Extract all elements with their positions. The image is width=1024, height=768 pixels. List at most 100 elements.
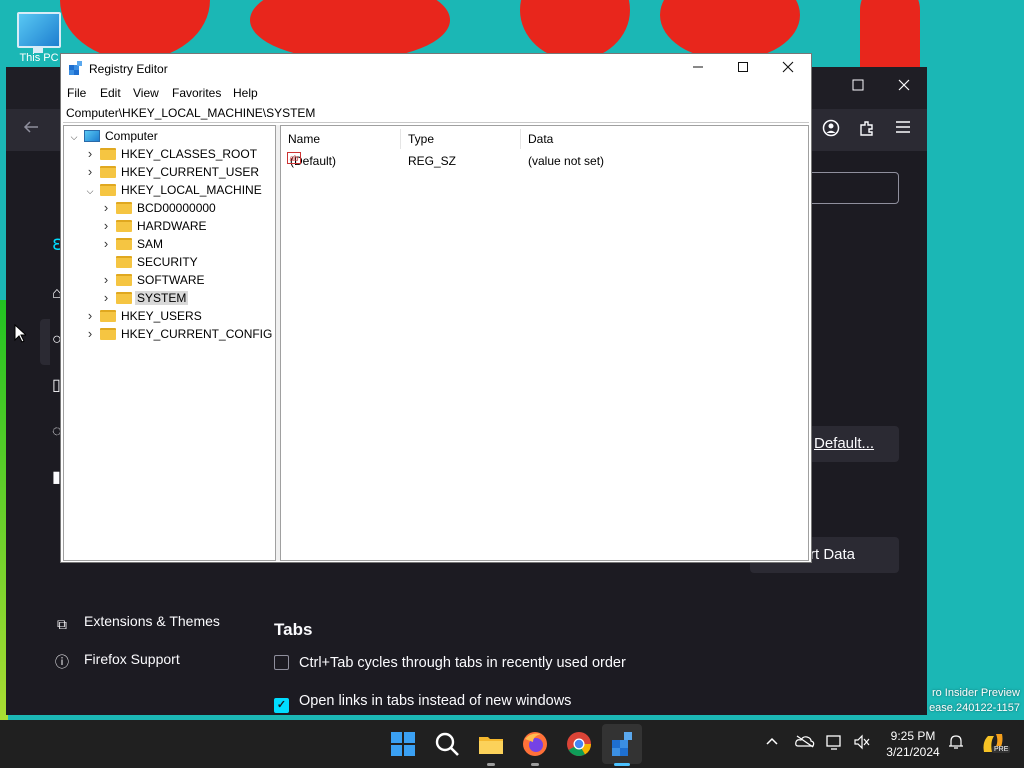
- chevron-right-icon[interactable]: ›: [84, 325, 96, 343]
- start-icon[interactable]: [389, 730, 417, 758]
- open-links-checkbox-row[interactable]: ✓ Open links in tabs instead of new windo…: [274, 693, 571, 713]
- desktop-icon-this-pc[interactable]: This PC: [14, 10, 64, 64]
- wallpaper-shape: [660, 0, 800, 60]
- close-button[interactable]: [894, 77, 914, 97]
- tree-item[interactable]: ⌵ HKEY_LOCAL_MACHINE: [84, 181, 264, 199]
- menu-file[interactable]: File: [67, 86, 86, 100]
- active-indicator: [614, 763, 630, 766]
- tree-item[interactable]: SECURITY: [100, 253, 200, 271]
- close-icon: [898, 79, 910, 91]
- chevron-right-icon[interactable]: ›: [100, 271, 112, 289]
- folder-icon: [100, 148, 116, 160]
- folder-icon: [100, 184, 116, 196]
- chrome-icon[interactable]: [565, 730, 593, 758]
- tree-item-label: HKEY_CURRENT_USER: [121, 165, 260, 179]
- network-icon[interactable]: [826, 734, 844, 753]
- menu-help[interactable]: Help: [233, 86, 258, 100]
- minimize-button[interactable]: [675, 54, 721, 83]
- chevron-right-icon[interactable]: ›: [100, 235, 112, 253]
- window-titlebar[interactable]: Registry Editor: [61, 54, 811, 83]
- running-indicator: [531, 763, 539, 766]
- chevron-right-icon[interactable]: ›: [100, 217, 112, 235]
- chevron-down-icon[interactable]: ⌵: [84, 182, 96, 200]
- tree-item[interactable]: › SOFTWARE: [100, 271, 207, 289]
- menu-button[interactable]: [892, 119, 914, 141]
- firefox-icon[interactable]: [521, 730, 549, 758]
- list-item[interactable]: ab (Default) REG_SZ (value not set): [281, 152, 808, 170]
- chevron-up-icon[interactable]: [765, 734, 779, 751]
- ctrl-tab-checkbox-row[interactable]: Ctrl+Tab cycles through tabs in recently…: [274, 655, 626, 671]
- address-bar[interactable]: Computer\HKEY_LOCAL_MACHINE\SYSTEM: [63, 104, 809, 123]
- tree-item-label: SOFTWARE: [137, 273, 205, 287]
- maximize-button[interactable]: [720, 54, 766, 83]
- checkbox-label: Open links in tabs instead of new window…: [299, 693, 572, 709]
- column-header-name[interactable]: Name: [281, 129, 401, 149]
- column-header-data[interactable]: Data: [521, 129, 721, 149]
- menu-edit[interactable]: Edit: [100, 86, 121, 100]
- column-header-type[interactable]: Type: [401, 129, 521, 149]
- maximize-button[interactable]: [848, 77, 868, 97]
- tree-item-label: HKEY_CLASSES_ROOT: [121, 147, 258, 161]
- folder-icon: [116, 292, 132, 304]
- mouse-cursor: [14, 324, 26, 343]
- registry-editor-icon[interactable]: [608, 730, 636, 758]
- notification-bell-icon[interactable]: [948, 734, 964, 753]
- tree-item[interactable]: › HKEY_CURRENT_CONFIG: [84, 325, 274, 343]
- chevron-right-icon[interactable]: ›: [100, 199, 112, 217]
- chevron-right-icon[interactable]: ›: [84, 307, 96, 325]
- search-icon[interactable]: [433, 730, 461, 758]
- string-value-icon: ab: [287, 152, 301, 164]
- tree-item-label: BCD00000000: [137, 201, 216, 215]
- onedrive-icon[interactable]: [795, 734, 815, 751]
- file-explorer-icon[interactable]: [477, 730, 505, 758]
- restore-default-button[interactable]: Default...: [806, 426, 899, 462]
- folder-icon: [116, 274, 132, 286]
- tree-item[interactable]: › HARDWARE: [100, 217, 209, 235]
- watermark-line: ro Insider Preview: [931, 687, 1020, 699]
- wallpaper-shape: [520, 0, 630, 60]
- clock-date: 3/21/2024: [886, 745, 940, 759]
- account-button[interactable]: [820, 119, 842, 141]
- hamburger-icon: [896, 121, 910, 133]
- checkbox[interactable]: [274, 655, 289, 670]
- chevron-down-icon[interactable]: ⌵: [68, 128, 80, 146]
- folder-icon: [100, 166, 116, 178]
- taskbar: 9:25 PM 3/21/2024 PRE: [0, 720, 1024, 768]
- chevron-right-icon[interactable]: ›: [84, 145, 96, 163]
- extensions-button[interactable]: [856, 119, 878, 141]
- minimize-icon: [693, 66, 703, 68]
- tree-item[interactable]: › SAM: [100, 235, 165, 253]
- tree-item[interactable]: › BCD00000000: [100, 199, 218, 217]
- tree-item-label: HARDWARE: [137, 219, 207, 233]
- tree-item[interactable]: › HKEY_CURRENT_USER: [84, 163, 261, 181]
- back-button[interactable]: [22, 118, 40, 141]
- menu-bar: File Edit View Favorites Help: [61, 83, 811, 103]
- chevron-right-icon[interactable]: ›: [84, 163, 96, 181]
- sidebar-link-support[interactable]: ⓘ Firefox Support: [54, 651, 180, 670]
- tree-item[interactable]: › HKEY_CLASSES_ROOT: [84, 145, 259, 163]
- maximize-icon: [738, 62, 748, 72]
- tree-item[interactable]: › HKEY_USERS: [84, 307, 204, 325]
- folder-icon: [100, 328, 116, 340]
- tree-item[interactable]: ⌵ Computer: [68, 127, 160, 145]
- menu-favorites[interactable]: Favorites: [172, 86, 221, 100]
- system-clock[interactable]: 9:25 PM 3/21/2024: [884, 728, 942, 760]
- computer-icon: [17, 12, 61, 53]
- checkbox-checked[interactable]: ✓: [274, 698, 289, 713]
- tree-item[interactable]: › SYSTEM: [100, 289, 189, 307]
- menu-view[interactable]: View: [133, 86, 159, 100]
- folder-icon: [116, 238, 132, 250]
- maximize-icon: [852, 79, 864, 91]
- chevron-right-icon[interactable]: ›: [100, 289, 112, 307]
- value-data-cell: (value not set): [528, 154, 605, 168]
- running-indicator: [487, 763, 495, 766]
- volume-muted-icon[interactable]: [853, 734, 871, 753]
- close-button[interactable]: [765, 54, 811, 83]
- puzzle-icon: ⧉: [57, 616, 67, 632]
- tree-item-label: HKEY_USERS: [121, 309, 202, 323]
- sidebar-link-extensions[interactable]: ⧉ Extensions & Themes: [54, 613, 220, 632]
- registry-editor-window: Registry Editor File Edit View Favorites…: [60, 53, 812, 563]
- copilot-button[interactable]: PRE: [980, 732, 1011, 756]
- folder-icon: [116, 220, 132, 232]
- wallpaper-shape: [250, 0, 450, 60]
